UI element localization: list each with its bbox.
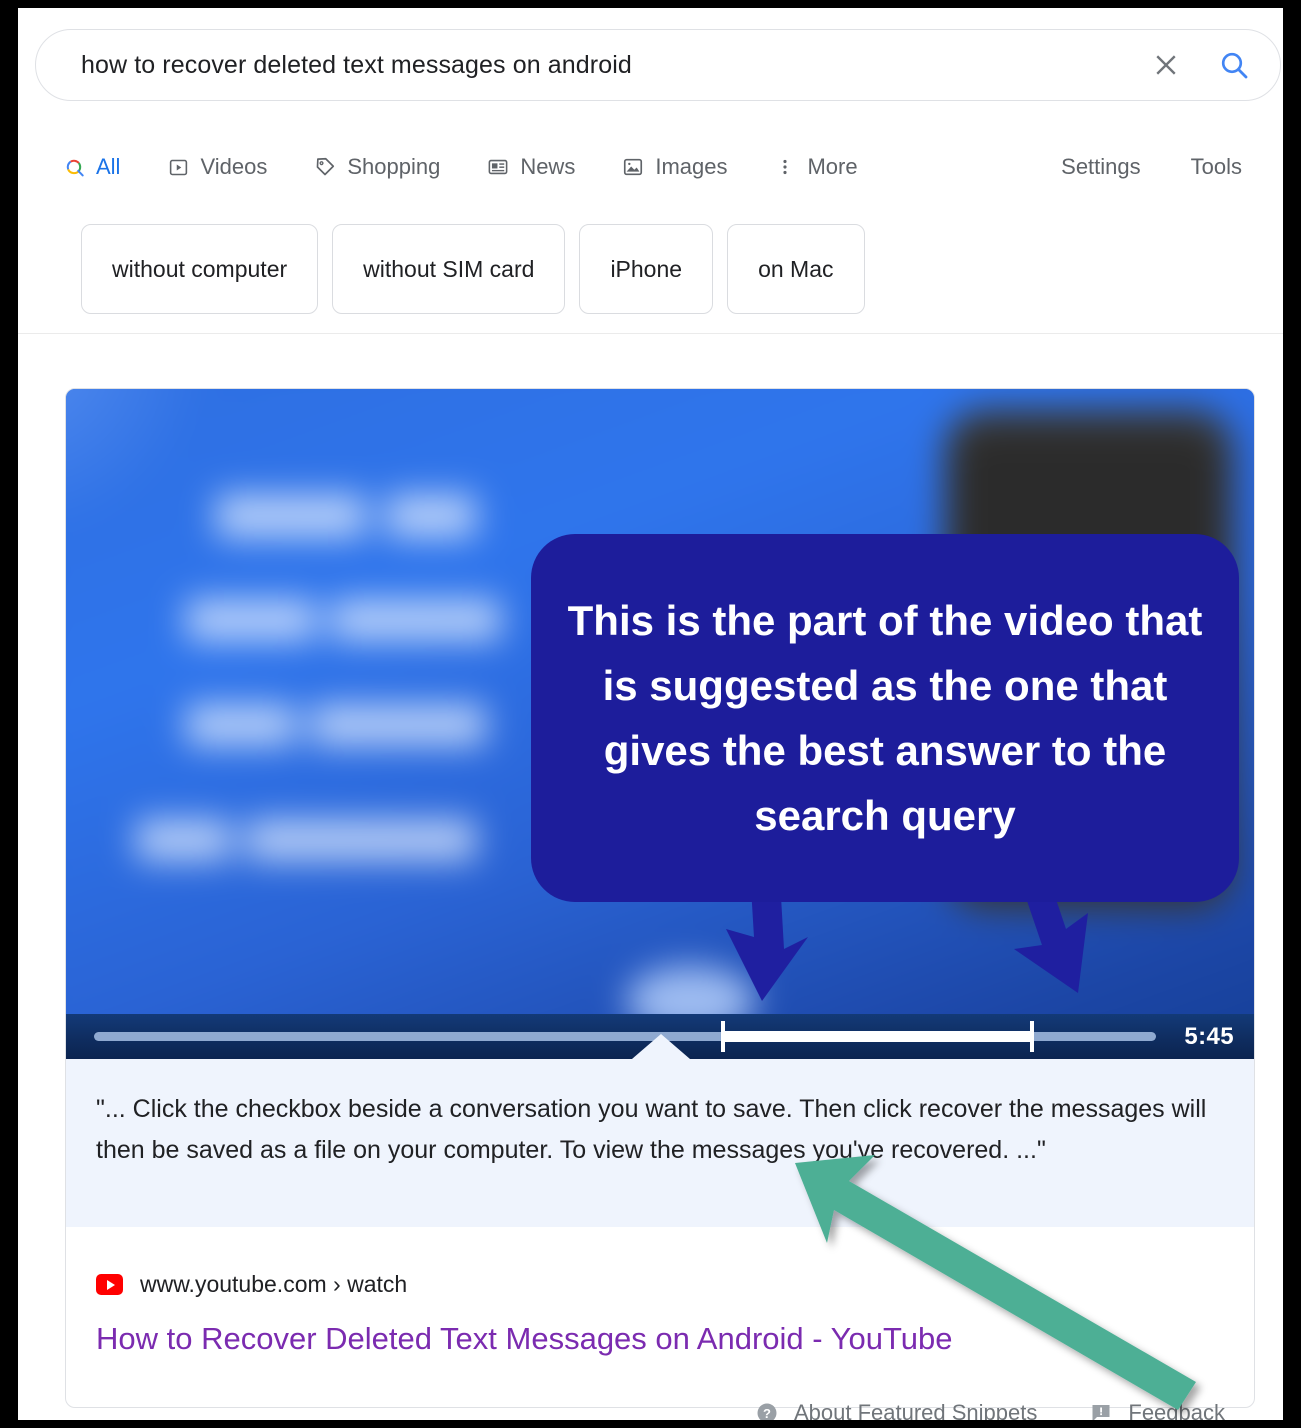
about-featured-snippets-label: About Featured Snippets (793, 1400, 1038, 1420)
chip-iphone[interactable]: iPhone (579, 224, 714, 314)
tab-images-label: Images (655, 154, 728, 179)
svg-text:?: ? (763, 1406, 771, 1420)
chip-without-computer[interactable]: without computer (81, 224, 319, 314)
video-thumbnail[interactable]: This is the part of the video that is su… (66, 389, 1254, 1014)
submit-search-button[interactable] (1214, 45, 1254, 85)
result-url-row: www.youtube.com › watch (96, 1271, 1224, 1298)
close-icon (1156, 55, 1176, 75)
tab-videos[interactable]: Videos (167, 154, 267, 180)
tab-images[interactable]: Images (622, 154, 727, 180)
thumbnail-title-line-3b (311, 704, 486, 746)
tab-videos-label: Videos (200, 154, 268, 179)
screenshot-frame: how to recover deleted text messages on … (0, 0, 1301, 1428)
tools-link[interactable]: Tools (1191, 154, 1242, 180)
feedback-flag-icon (1092, 1405, 1110, 1420)
search-icon (1221, 52, 1248, 79)
segment-start-marker (720, 1021, 725, 1052)
chip-on-mac[interactable]: on Mac (727, 224, 865, 314)
suggested-segment-highlight (720, 1031, 1034, 1042)
video-icon (167, 156, 189, 178)
featured-snippet-card: This is the part of the video that is su… (65, 388, 1255, 1408)
nav-right-links: Settings Tools (1061, 154, 1263, 180)
search-bar[interactable]: how to recover deleted text messages on … (35, 29, 1281, 101)
tab-shopping-label: Shopping (347, 154, 441, 179)
tab-all[interactable]: All (63, 154, 120, 180)
settings-link[interactable]: Settings (1061, 154, 1141, 180)
thumbnail-title-line-2 (186, 599, 316, 641)
callout-bubble: This is the part of the video that is su… (531, 534, 1239, 902)
thumbnail-title-line-3 (186, 704, 296, 746)
youtube-icon (96, 1274, 123, 1295)
feedback-link[interactable]: Feedback (1089, 1400, 1225, 1420)
snippet-pointer-tail (632, 1034, 691, 1059)
thumbnail-title-line-2b (331, 599, 501, 641)
tab-all-label: All (96, 154, 121, 179)
help-circle-icon: ? (757, 1403, 777, 1420)
more-vertical-icon (774, 156, 796, 178)
callout-text: This is the part of the video that is su… (567, 596, 1203, 840)
video-duration: 5:45 (1184, 1022, 1234, 1050)
thumbnail-glow-corner (66, 389, 216, 539)
tab-more[interactable]: More (774, 154, 858, 180)
google-search-icon (63, 156, 85, 178)
news-icon (487, 156, 509, 178)
search-result-block: www.youtube.com › watch How to Recover D… (66, 1227, 1254, 1358)
thumbnail-title-line-4b (246, 819, 476, 861)
thumbnail-title-line-1 (216, 494, 366, 538)
image-icon (622, 156, 644, 178)
google-search-results-page: how to recover deleted text messages on … (18, 8, 1283, 1420)
about-featured-snippets-link[interactable]: ? About Featured Snippets (755, 1400, 1037, 1420)
thumbnail-title-line-4 (136, 819, 231, 861)
chip-without-sim-card[interactable]: without SIM card (332, 224, 566, 314)
search-input[interactable]: how to recover deleted text messages on … (81, 53, 1146, 78)
feedback-label: Feedback (1128, 1400, 1225, 1420)
search-nav-tabs: All Videos Shopping News Images More Set… (63, 136, 1263, 198)
result-url: www.youtube.com › watch (140, 1271, 408, 1297)
snippet-footer: ? About Featured Snippets Feedback (65, 1400, 1255, 1420)
snippet-text-block: "... Click the checkbox beside a convers… (66, 1034, 1254, 1227)
snippet-text: "... Click the checkbox beside a convers… (96, 1095, 1207, 1164)
tab-shopping[interactable]: Shopping (314, 154, 440, 180)
tab-news-label: News (520, 154, 576, 179)
tag-icon (314, 156, 336, 178)
clear-search-button[interactable] (1146, 45, 1186, 85)
segment-end-marker (1029, 1021, 1034, 1052)
thumbnail-title-line-1b (386, 494, 476, 538)
tab-more-label: More (807, 154, 858, 179)
tab-news[interactable]: News (487, 154, 575, 180)
result-title-link[interactable]: How to Recover Deleted Text Messages on … (96, 1320, 1224, 1357)
progress-track[interactable] (94, 1021, 1157, 1052)
header-divider (18, 333, 1283, 334)
refinement-chips: without computer without SIM card iPhone… (81, 224, 865, 314)
